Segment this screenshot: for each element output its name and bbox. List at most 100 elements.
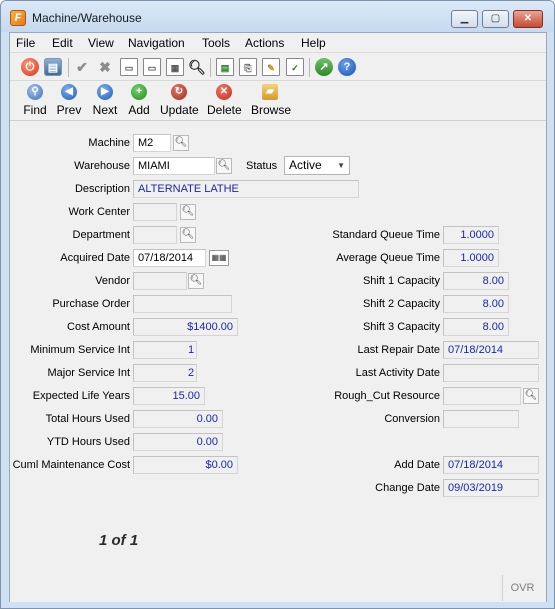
paste-icon[interactable]: ▭ <box>143 58 161 76</box>
arrow-right-icon: ▶ <box>97 84 113 100</box>
shift1-capacity-input[interactable]: 8.00 <box>443 272 509 290</box>
work-center-input[interactable] <box>133 203 177 221</box>
notes-icon[interactable]: ✎ <box>262 58 280 76</box>
shift3-capacity-input[interactable]: 8.00 <box>443 318 509 336</box>
close-button[interactable]: ✕ <box>513 10 543 28</box>
purchase-order-input[interactable] <box>133 295 232 313</box>
menu-bar: File Edit View Navigation Tools Actions … <box>10 33 546 53</box>
next-button[interactable]: ▶ Next <box>92 84 118 117</box>
warehouse-lookup-icon[interactable]: 🔍︎ <box>216 158 232 174</box>
next-label: Next <box>92 103 118 117</box>
add-button[interactable]: + Add <box>128 84 150 117</box>
arrow-left-icon: ◀ <box>61 84 77 100</box>
shift1-capacity-label: Shift 1 Capacity <box>362 275 440 287</box>
delete-button[interactable]: ✕ Delete <box>207 84 242 117</box>
checkmark-icon[interactable]: ✔ <box>73 58 91 76</box>
shift2-capacity-input[interactable]: 8.00 <box>443 295 509 313</box>
record-counter: 1 of 1 <box>99 532 139 549</box>
total-hours-used-input[interactable]: 0.00 <box>133 410 223 428</box>
folder-icon: ▰ <box>262 84 278 100</box>
toolbar-separator <box>210 58 211 77</box>
attach-icon[interactable]: ⎘ <box>239 58 257 76</box>
major-service-int-label: Major Service Int <box>47 367 130 379</box>
plus-icon: + <box>131 84 147 100</box>
calendar-icon[interactable]: ▦▦ <box>209 250 229 266</box>
machine-lookup-icon[interactable]: 🔍︎ <box>173 135 189 151</box>
app-window: F Machine/Warehouse ▁ ▢ ✕ File Edit View… <box>0 0 555 609</box>
menu-tools[interactable]: Tools <box>202 36 230 50</box>
menu-view[interactable]: View <box>88 36 114 50</box>
title-bar[interactable]: F Machine/Warehouse ▁ ▢ ✕ <box>1 1 554 32</box>
client-area: File Edit View Navigation Tools Actions … <box>9 32 547 602</box>
expected-life-years-input[interactable]: 15.00 <box>133 387 205 405</box>
work-center-lookup-icon[interactable]: 🔍︎ <box>180 204 196 220</box>
chevron-down-icon: ▼ <box>337 161 345 170</box>
vendor-lookup-icon[interactable]: 🔍︎ <box>188 273 204 289</box>
windows-icon[interactable]: ▤ <box>44 58 62 76</box>
last-repair-date-input[interactable]: 07/18/2014 <box>443 341 539 359</box>
report-icon[interactable]: ▤ <box>216 58 234 76</box>
status-value: Active <box>289 158 322 172</box>
delete-icon: ✕ <box>216 84 232 100</box>
conversion-label: Conversion <box>384 413 440 425</box>
vendor-input[interactable] <box>133 272 187 290</box>
menu-file[interactable]: File <box>16 36 35 50</box>
add-label: Add <box>128 103 150 117</box>
ytd-hours-used-label: YTD Hours Used <box>46 436 130 448</box>
help-icon[interactable]: ? <box>338 58 356 76</box>
find-label: Find <box>23 103 47 117</box>
chart-icon[interactable]: ↗ <box>315 58 333 76</box>
copy-icon[interactable]: ▭ <box>120 58 138 76</box>
add-date-input[interactable]: 07/18/2014 <box>443 456 539 474</box>
last-activity-date-input[interactable] <box>443 364 539 382</box>
warehouse-input[interactable]: MIAMI <box>133 157 215 175</box>
department-lookup-icon[interactable]: 🔍︎ <box>180 227 196 243</box>
vendor-label: Vendor <box>95 275 130 287</box>
rough-cut-resource-label: Rough_Cut Resource <box>334 390 440 402</box>
toolbar-separator <box>68 58 69 77</box>
maximize-button[interactable]: ▢ <box>482 10 509 28</box>
cost-amount-input[interactable]: $1400.00 <box>133 318 238 336</box>
minimize-button[interactable]: ▁ <box>451 10 478 28</box>
acquired-date-input[interactable]: 07/18/2014 <box>133 249 206 267</box>
update-button[interactable]: ↻ Update <box>160 84 199 117</box>
department-input[interactable] <box>133 226 177 244</box>
select-all-icon[interactable]: ▦ <box>166 58 184 76</box>
average-queue-time-input[interactable]: 1.0000 <box>443 249 499 267</box>
average-queue-time-label: Average Queue Time <box>336 252 440 264</box>
rough-cut-resource-lookup-icon[interactable]: 🔍︎ <box>523 388 539 404</box>
machine-input[interactable]: M2 <box>133 134 171 152</box>
prev-label: Prev <box>56 103 82 117</box>
change-date-input[interactable]: 09/03/2019 <box>443 479 539 497</box>
description-input[interactable]: ALTERNATE LATHE <box>133 180 359 198</box>
ytd-hours-used-input[interactable]: 0.00 <box>133 433 223 451</box>
menu-edit[interactable]: Edit <box>52 36 73 50</box>
update-label: Update <box>160 103 199 117</box>
menu-navigation[interactable]: Navigation <box>128 36 185 50</box>
menu-help[interactable]: Help <box>301 36 326 50</box>
refresh-icon: ↻ <box>171 84 187 100</box>
cancel-icon[interactable]: ✖ <box>96 58 114 76</box>
rough-cut-resource-input[interactable] <box>443 387 521 405</box>
expected-life-years-label: Expected Life Years <box>32 390 130 402</box>
min-service-int-input[interactable]: 1 <box>133 341 197 359</box>
power-icon[interactable]: ⏻ <box>21 58 39 76</box>
prev-button[interactable]: ◀ Prev <box>56 84 82 117</box>
conversion-input[interactable] <box>443 410 519 428</box>
min-service-int-label: Minimum Service Int <box>30 344 130 356</box>
zoom-icon[interactable]: 🔍︎ <box>188 58 206 76</box>
status-select[interactable]: Active ▼ <box>284 156 350 175</box>
status-label: Status <box>246 160 278 172</box>
menu-actions[interactable]: Actions <box>245 36 284 50</box>
last-repair-date-label: Last Repair Date <box>357 344 440 356</box>
major-service-int-input[interactable]: 2 <box>133 364 197 382</box>
purchase-order-label: Purchase Order <box>52 298 130 310</box>
delete-label: Delete <box>207 103 242 117</box>
find-button[interactable]: ⚲ Find <box>23 84 47 117</box>
clipboard-icon[interactable]: ✓ <box>286 58 304 76</box>
browse-button[interactable]: ▰ Browse <box>251 84 291 117</box>
department-label: Department <box>72 229 130 241</box>
cuml-maintenance-cost-input[interactable]: $0.00 <box>133 456 238 474</box>
standard-queue-time-input[interactable]: 1.0000 <box>443 226 499 244</box>
status-bar: OVR <box>10 572 546 602</box>
